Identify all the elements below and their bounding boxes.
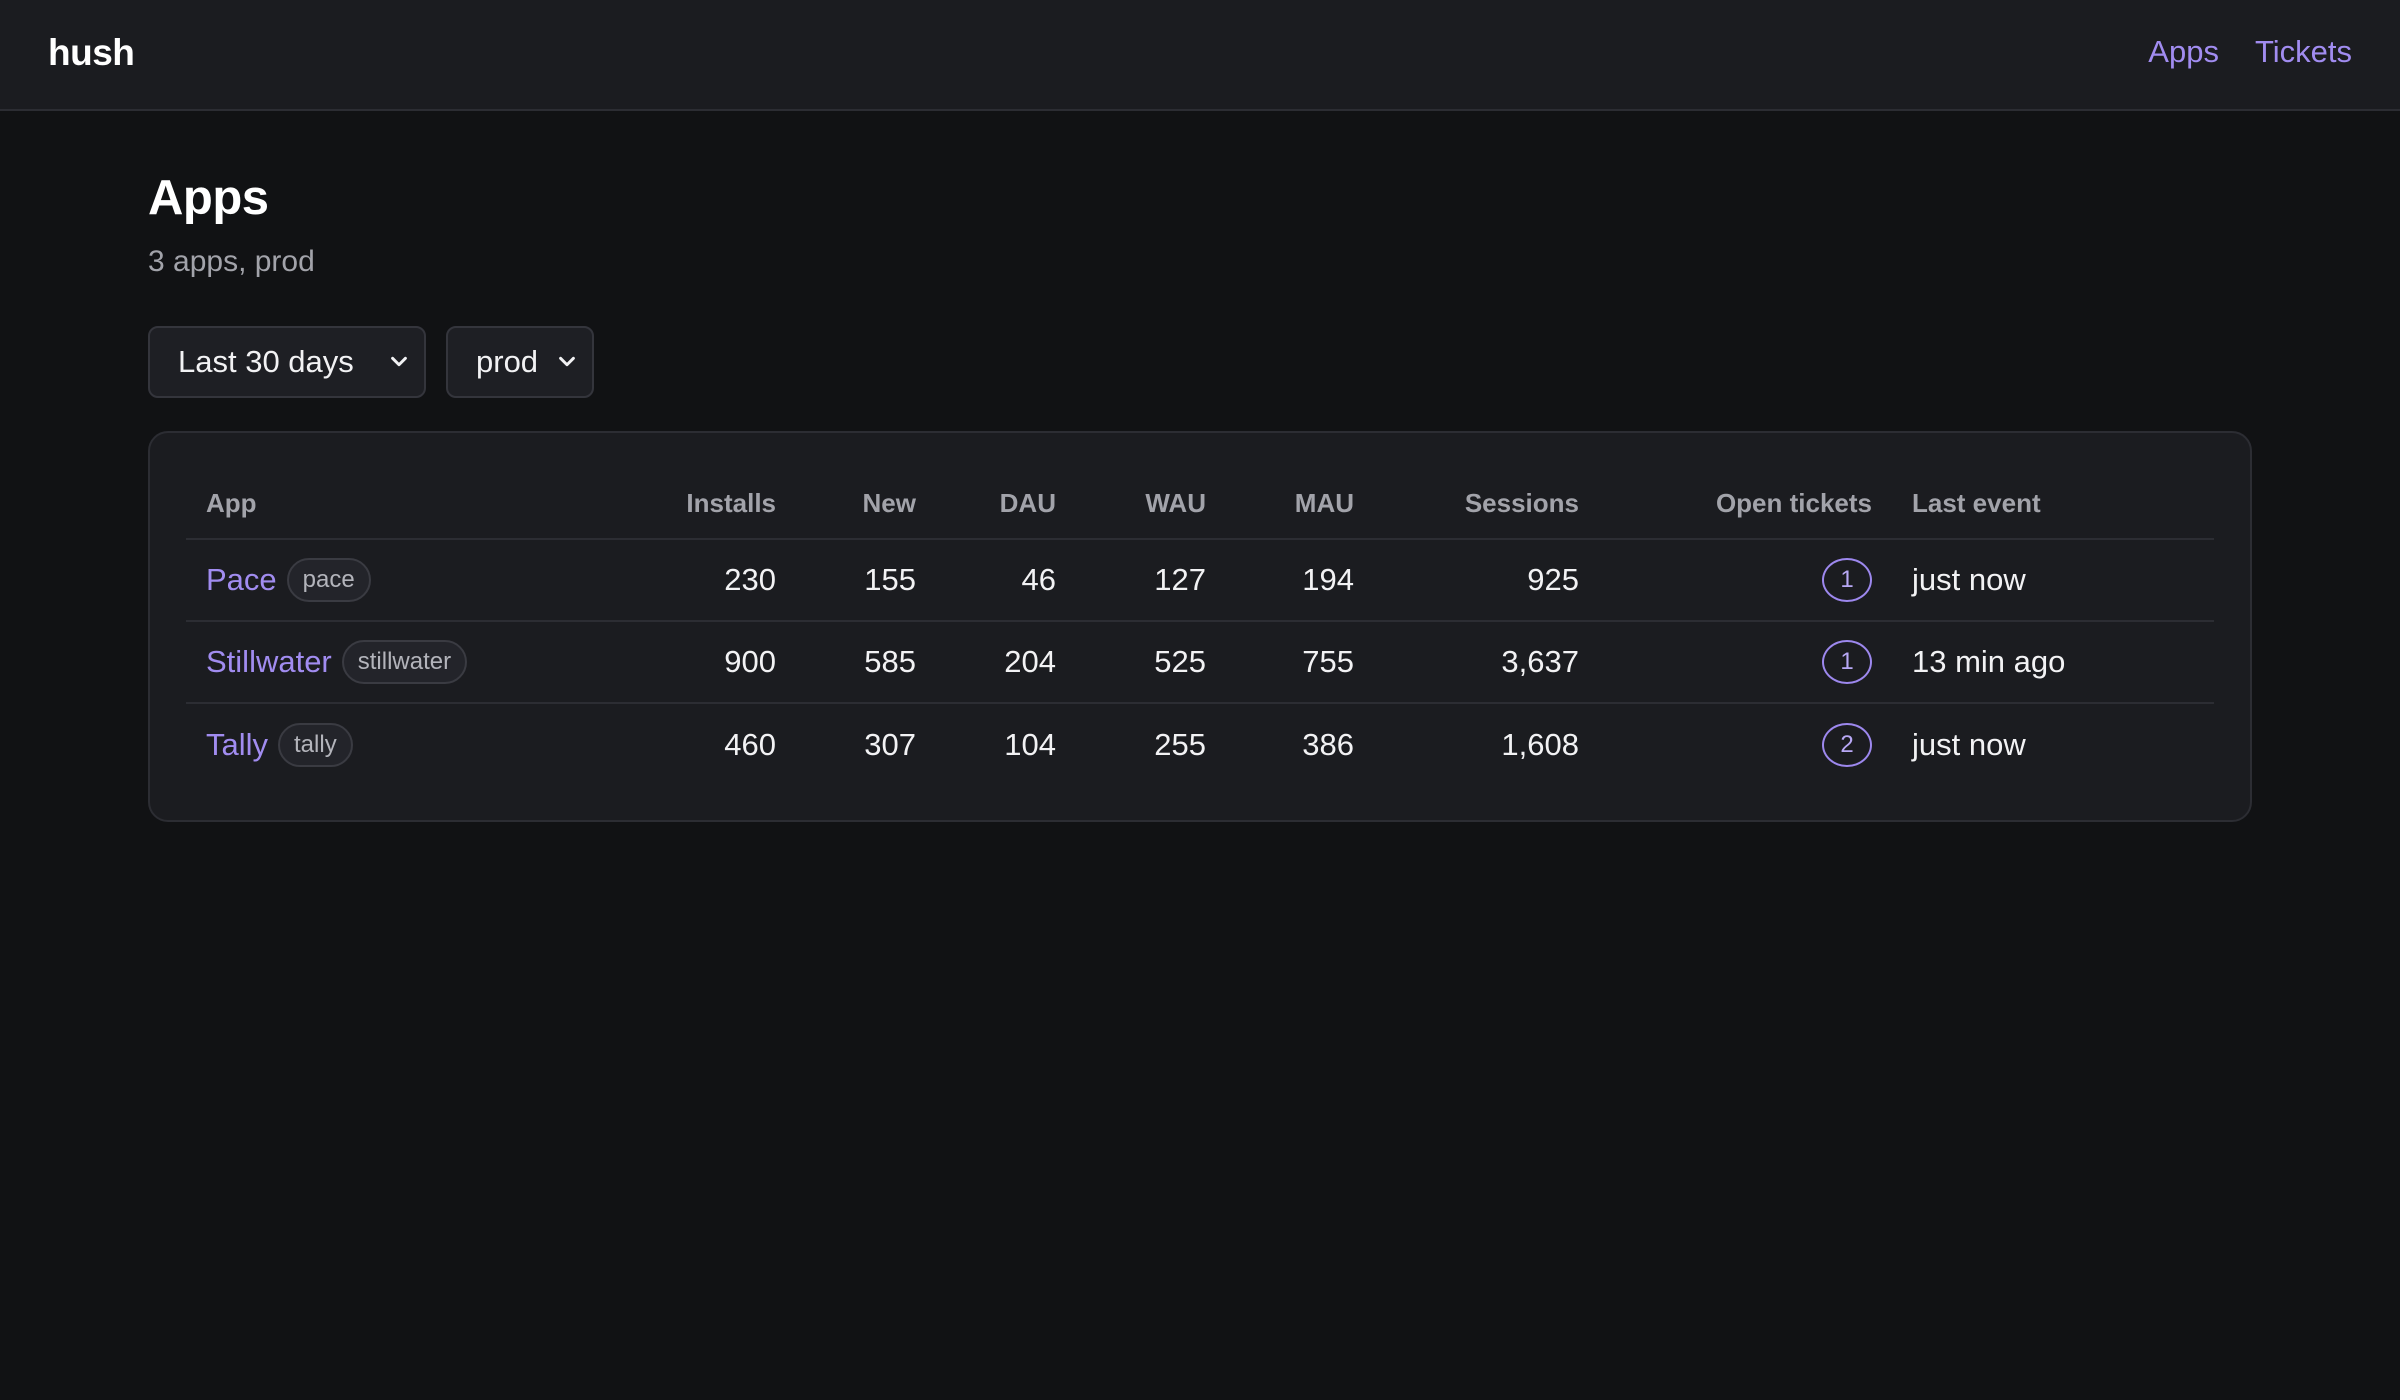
dau-cell: 104 [1004,726,1056,762]
app-slug-badge: tally [278,722,353,767]
dau-cell: 204 [936,621,1076,704]
column-header-new[interactable]: New [796,469,936,540]
page-subtitle: 3 apps, prod [148,245,315,278]
nav-link-apps[interactable]: Apps [2148,34,2219,70]
sessions-cell: 925 [1374,539,1599,622]
column-header-sessions[interactable]: Sessions [1374,469,1599,540]
app-slug-badge: stillwater [341,640,468,684]
installs-cell: 900 [666,621,796,704]
top-bar: hush Apps Tickets [0,0,2400,111]
environment-select[interactable]: prod [446,326,594,398]
filter-bar: Last 30 days prod [148,326,594,398]
last-event-cell: 13 min ago [1892,621,2214,704]
column-header-wau[interactable]: WAU [1076,469,1226,540]
open-tickets-cell: 2 [1599,703,1892,785]
app-link[interactable]: Tally [206,727,268,763]
new-cell: 307 [864,726,916,762]
column-header-last-event[interactable]: Last event [1892,469,2214,540]
last-event-cell: just now [1912,726,2026,762]
new-cell: 585 [796,621,936,704]
app-cell: Pace pace [186,539,666,622]
last-event-cell: just now [1892,539,2214,622]
table-row[interactable]: Pace pace 230 155 46 127 194 925 1 just … [186,539,2214,622]
open-tickets-badge[interactable]: 2 [1822,722,1872,767]
mau-cell: 386 [1302,726,1354,762]
column-header-open-tickets[interactable]: Open tickets [1599,469,1892,540]
table-row[interactable]: Tally tally 460 307 104 255 386 1,608 2 … [186,703,2214,785]
installs-cell: 460 [724,726,776,762]
new-cell: 155 [796,539,936,622]
mau-cell: 755 [1226,621,1374,704]
environment-value: prod [476,344,539,379]
date-range-value: Last 30 days [178,344,354,379]
column-header-app[interactable]: App [186,469,666,540]
column-header-dau[interactable]: DAU [936,469,1076,540]
chevron-down-icon [391,356,407,367]
open-tickets-badge[interactable]: 1 [1822,640,1872,684]
wau-cell: 255 [1154,726,1206,762]
app-link[interactable]: Stillwater [206,644,332,680]
chevron-down-icon [559,356,575,367]
column-header-installs[interactable]: Installs [666,469,796,540]
table-header-row: App Installs New DAU WAU MAU Sessions Op… [186,469,2214,540]
nav-link-tickets[interactable]: Tickets [2255,34,2352,70]
sessions-cell: 3,637 [1374,621,1599,704]
app-cell: Tally tally [186,703,666,785]
wau-cell: 525 [1076,621,1226,704]
apps-table: App Installs New DAU WAU MAU Sessions Op… [186,469,2214,785]
page-title: Apps [148,171,269,225]
open-tickets-cell: 1 [1599,539,1892,622]
dau-cell: 46 [936,539,1076,622]
top-nav: Apps Tickets [2148,34,2352,70]
date-range-select[interactable]: Last 30 days [148,326,426,398]
app-slug-badge: pace [286,558,371,602]
brand-logo[interactable]: hush [48,32,135,74]
app-link[interactable]: Pace [206,562,277,598]
apps-table-card: App Installs New DAU WAU MAU Sessions Op… [148,431,2252,822]
open-tickets-badge[interactable]: 1 [1822,558,1872,602]
installs-cell: 230 [666,539,796,622]
app-cell: Stillwater stillwater [186,621,666,704]
wau-cell: 127 [1076,539,1226,622]
sessions-cell: 1,608 [1501,726,1579,762]
mau-cell: 194 [1226,539,1374,622]
table-row[interactable]: Stillwater stillwater 900 585 204 525 75… [186,621,2214,704]
open-tickets-cell: 1 [1599,621,1892,704]
column-header-mau[interactable]: MAU [1226,469,1374,540]
